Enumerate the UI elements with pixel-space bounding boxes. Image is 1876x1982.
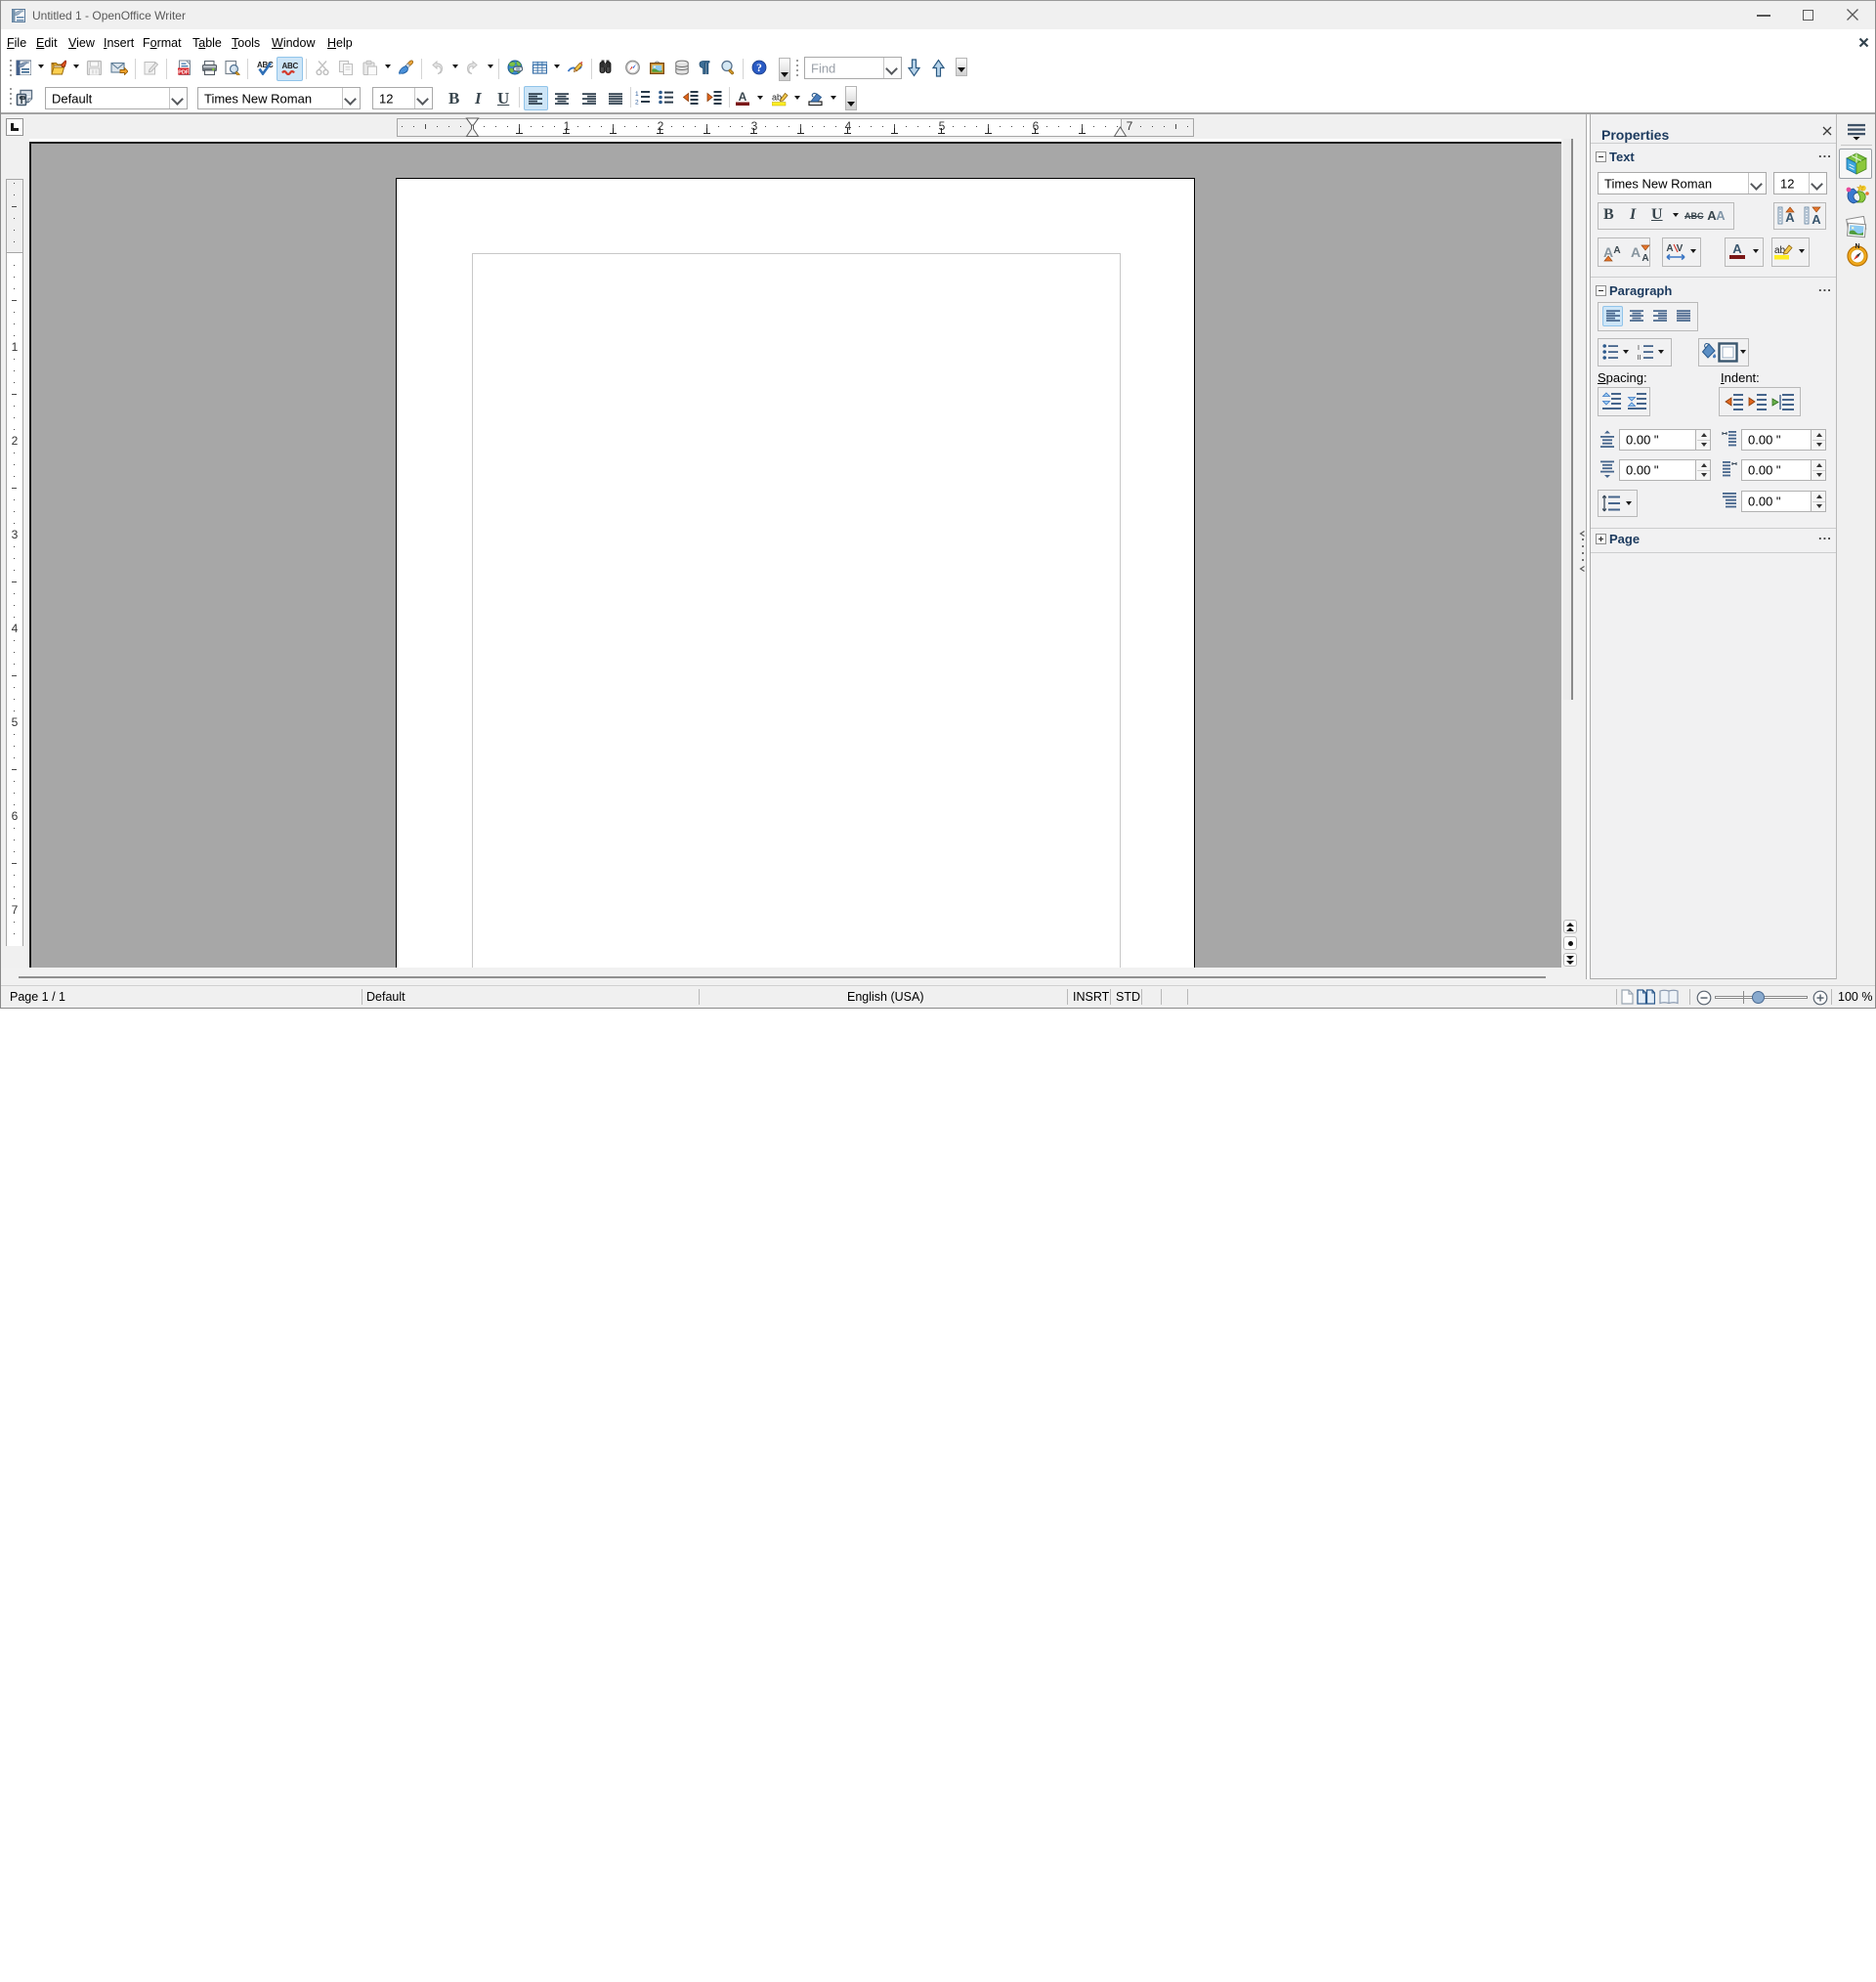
svg-text:I: I — [1638, 345, 1640, 352]
svg-text:A: A — [1812, 212, 1821, 227]
svg-text:A: A — [1716, 208, 1726, 223]
svg-text:A: A — [1642, 253, 1648, 263]
svg-text:V: V — [1677, 243, 1684, 254]
svg-text:A: A — [1631, 244, 1641, 260]
svg-text:ABC: ABC — [282, 62, 299, 70]
svg-text:N: N — [1855, 243, 1859, 250]
svg-text:ABC: ABC — [257, 61, 274, 69]
svg-text:?: ? — [756, 63, 762, 74]
svg-text:A: A — [1732, 241, 1742, 256]
svg-text:A: A — [1613, 245, 1620, 256]
svg-text:2: 2 — [635, 100, 639, 106]
svg-text:PDF: PDF — [178, 69, 190, 75]
svg-text:II: II — [1638, 355, 1642, 361]
svg-text:A: A — [1666, 243, 1673, 254]
svg-text:A: A — [739, 90, 747, 104]
svg-text:1: 1 — [635, 91, 639, 98]
